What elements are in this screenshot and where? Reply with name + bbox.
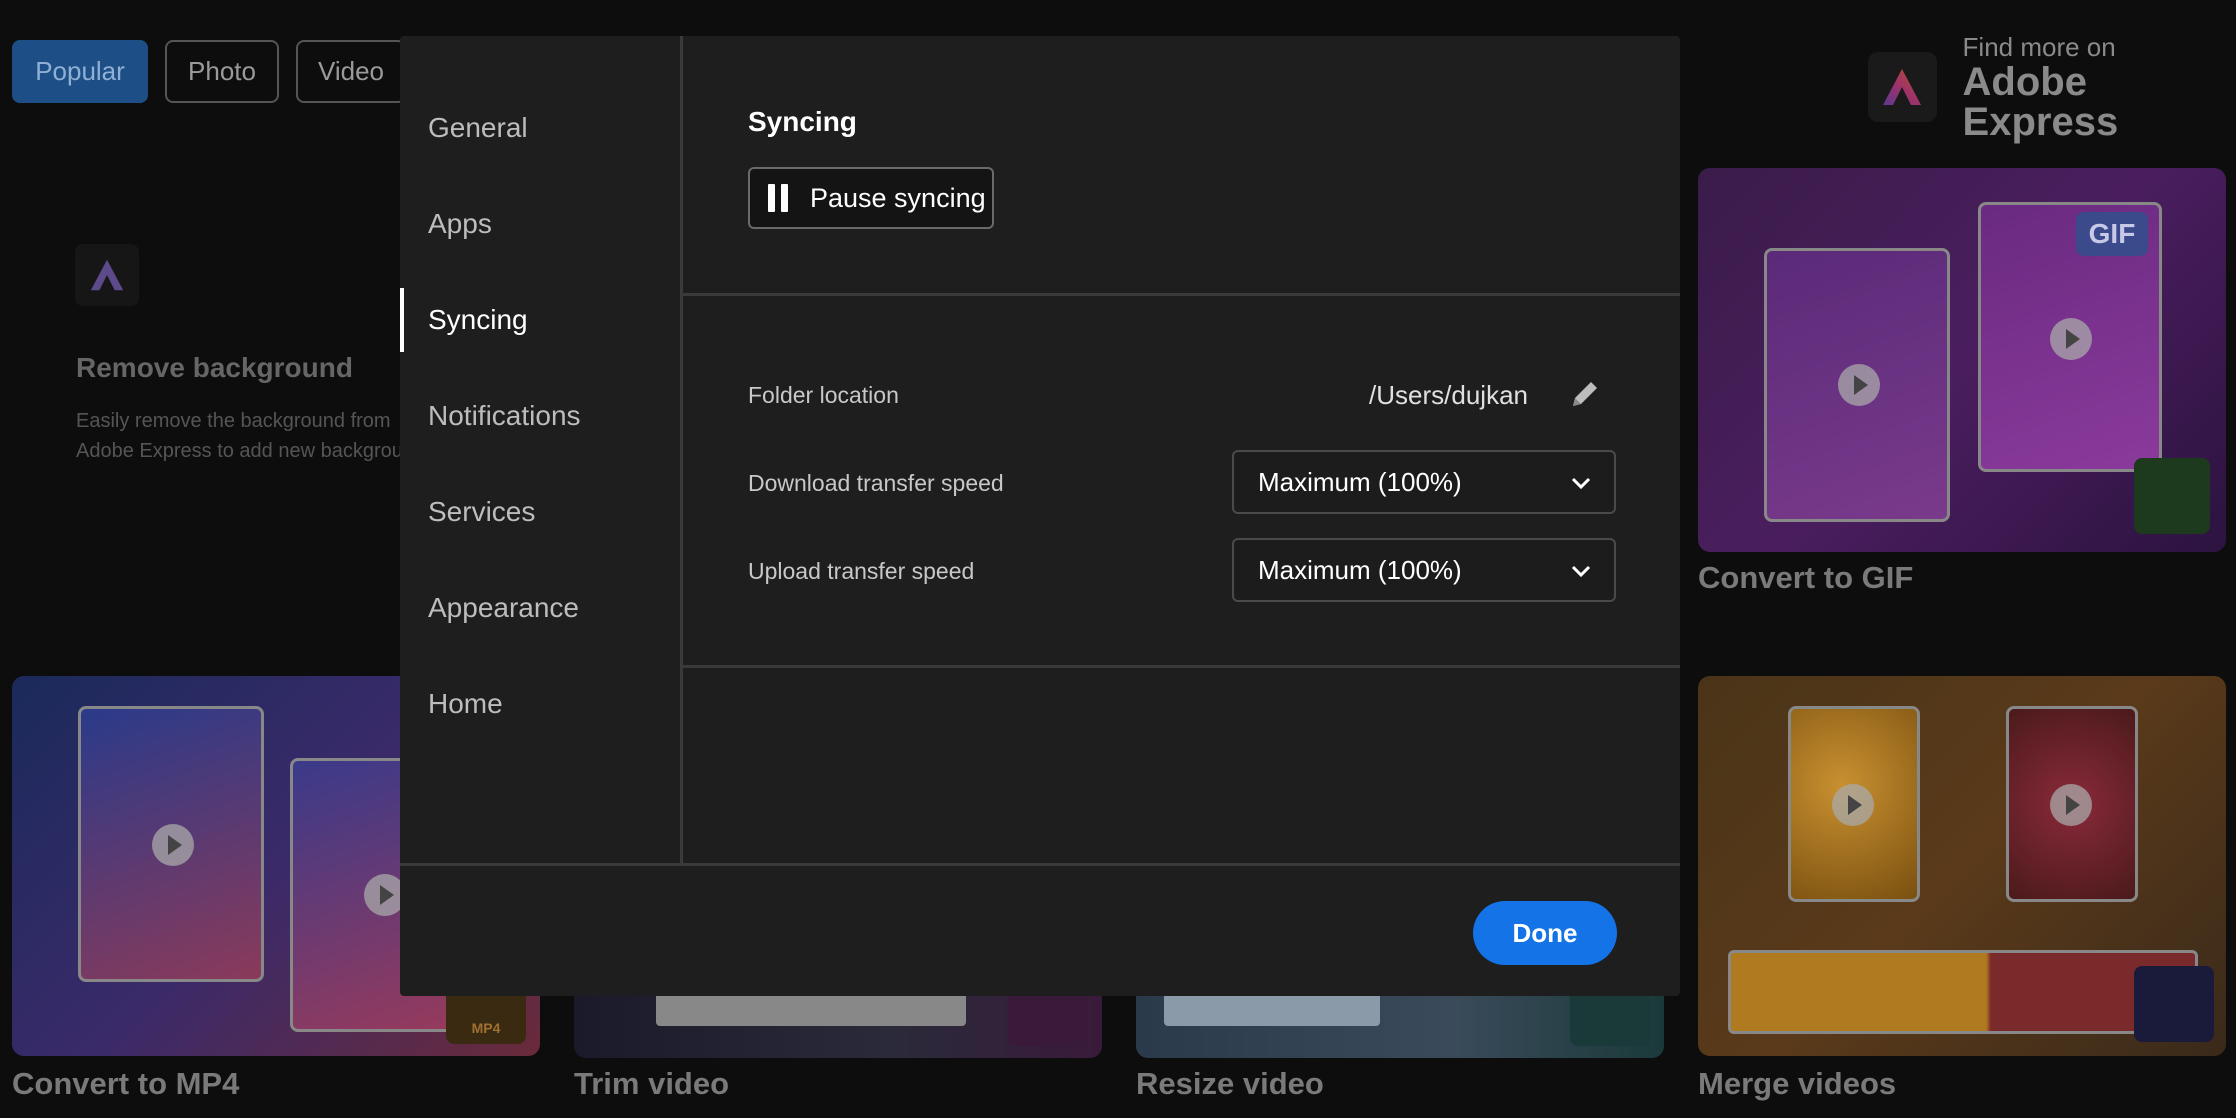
filter-popular[interactable]: Popular xyxy=(12,40,148,103)
play-icon xyxy=(2050,784,2092,826)
done-button[interactable]: Done xyxy=(1473,901,1617,965)
pause-syncing-button[interactable]: Pause syncing xyxy=(748,167,994,229)
play-icon xyxy=(1838,364,1880,406)
promo-line-2: Adobe Express xyxy=(1963,62,2236,142)
play-icon xyxy=(2050,318,2092,360)
convert-gif-card[interactable]: GIF xyxy=(1698,168,2226,552)
nav-apps[interactable]: Apps xyxy=(400,192,680,256)
merge-icon xyxy=(2134,966,2214,1042)
chevron-down-icon xyxy=(1570,560,1592,582)
convert-gif-label: Convert to GIF xyxy=(1698,560,1913,596)
merge-videos-card[interactable] xyxy=(1698,676,2226,1056)
folder-path-value: /Users/dujkan xyxy=(1369,380,1528,411)
promo-line-1: Find more on xyxy=(1963,32,2236,62)
upload-speed-value: Maximum (100%) xyxy=(1258,555,1462,586)
pause-syncing-label: Pause syncing xyxy=(810,183,986,214)
download-speed-label: Download transfer speed xyxy=(748,470,1004,497)
gif-file-icon xyxy=(2134,458,2210,534)
convert-mp4-label: Convert to MP4 xyxy=(12,1066,239,1102)
hero-title: Remove background xyxy=(76,352,353,384)
merge-videos-label: Merge videos xyxy=(1698,1066,1896,1102)
filter-photo[interactable]: Photo xyxy=(165,40,279,103)
download-speed-value: Maximum (100%) xyxy=(1258,467,1462,498)
pause-icon xyxy=(768,184,788,212)
upload-speed-select[interactable]: Maximum (100%) xyxy=(1232,538,1616,602)
trim-video-label: Trim video xyxy=(574,1066,729,1102)
hero-adobe-express-icon xyxy=(75,244,139,306)
play-icon xyxy=(1832,784,1874,826)
chevron-down-icon xyxy=(1570,472,1592,494)
download-speed-select[interactable]: Maximum (100%) xyxy=(1232,450,1616,514)
nav-notifications[interactable]: Notifications xyxy=(400,384,680,448)
section-divider xyxy=(683,665,1680,668)
gif-badge: GIF xyxy=(2076,212,2148,256)
hero-description: Easily remove the background from Adobe … xyxy=(76,406,406,466)
folder-location-label: Folder location xyxy=(748,382,899,409)
preferences-nav: General Apps Syncing Notifications Servi… xyxy=(400,36,683,864)
filter-video[interactable]: Video xyxy=(296,40,406,103)
section-divider xyxy=(683,293,1680,296)
nav-appearance[interactable]: Appearance xyxy=(400,576,680,640)
resize-video-label: Resize video xyxy=(1136,1066,1324,1102)
adobe-express-logo-icon xyxy=(1868,52,1937,122)
upload-speed-label: Upload transfer speed xyxy=(748,558,974,585)
nav-general[interactable]: General xyxy=(400,96,680,160)
nav-services[interactable]: Services xyxy=(400,480,680,544)
nav-home[interactable]: Home xyxy=(400,672,680,736)
footer-divider xyxy=(400,863,1680,866)
edit-pencil-icon[interactable] xyxy=(1565,374,1605,414)
adobe-express-promo[interactable]: Find more on Adobe Express xyxy=(1868,32,2236,142)
nav-syncing[interactable]: Syncing xyxy=(400,288,680,352)
merge-timeline xyxy=(1728,950,2198,1034)
play-icon xyxy=(152,824,194,866)
section-title: Syncing xyxy=(748,106,857,138)
preferences-dialog: General Apps Syncing Notifications Servi… xyxy=(400,36,1680,996)
